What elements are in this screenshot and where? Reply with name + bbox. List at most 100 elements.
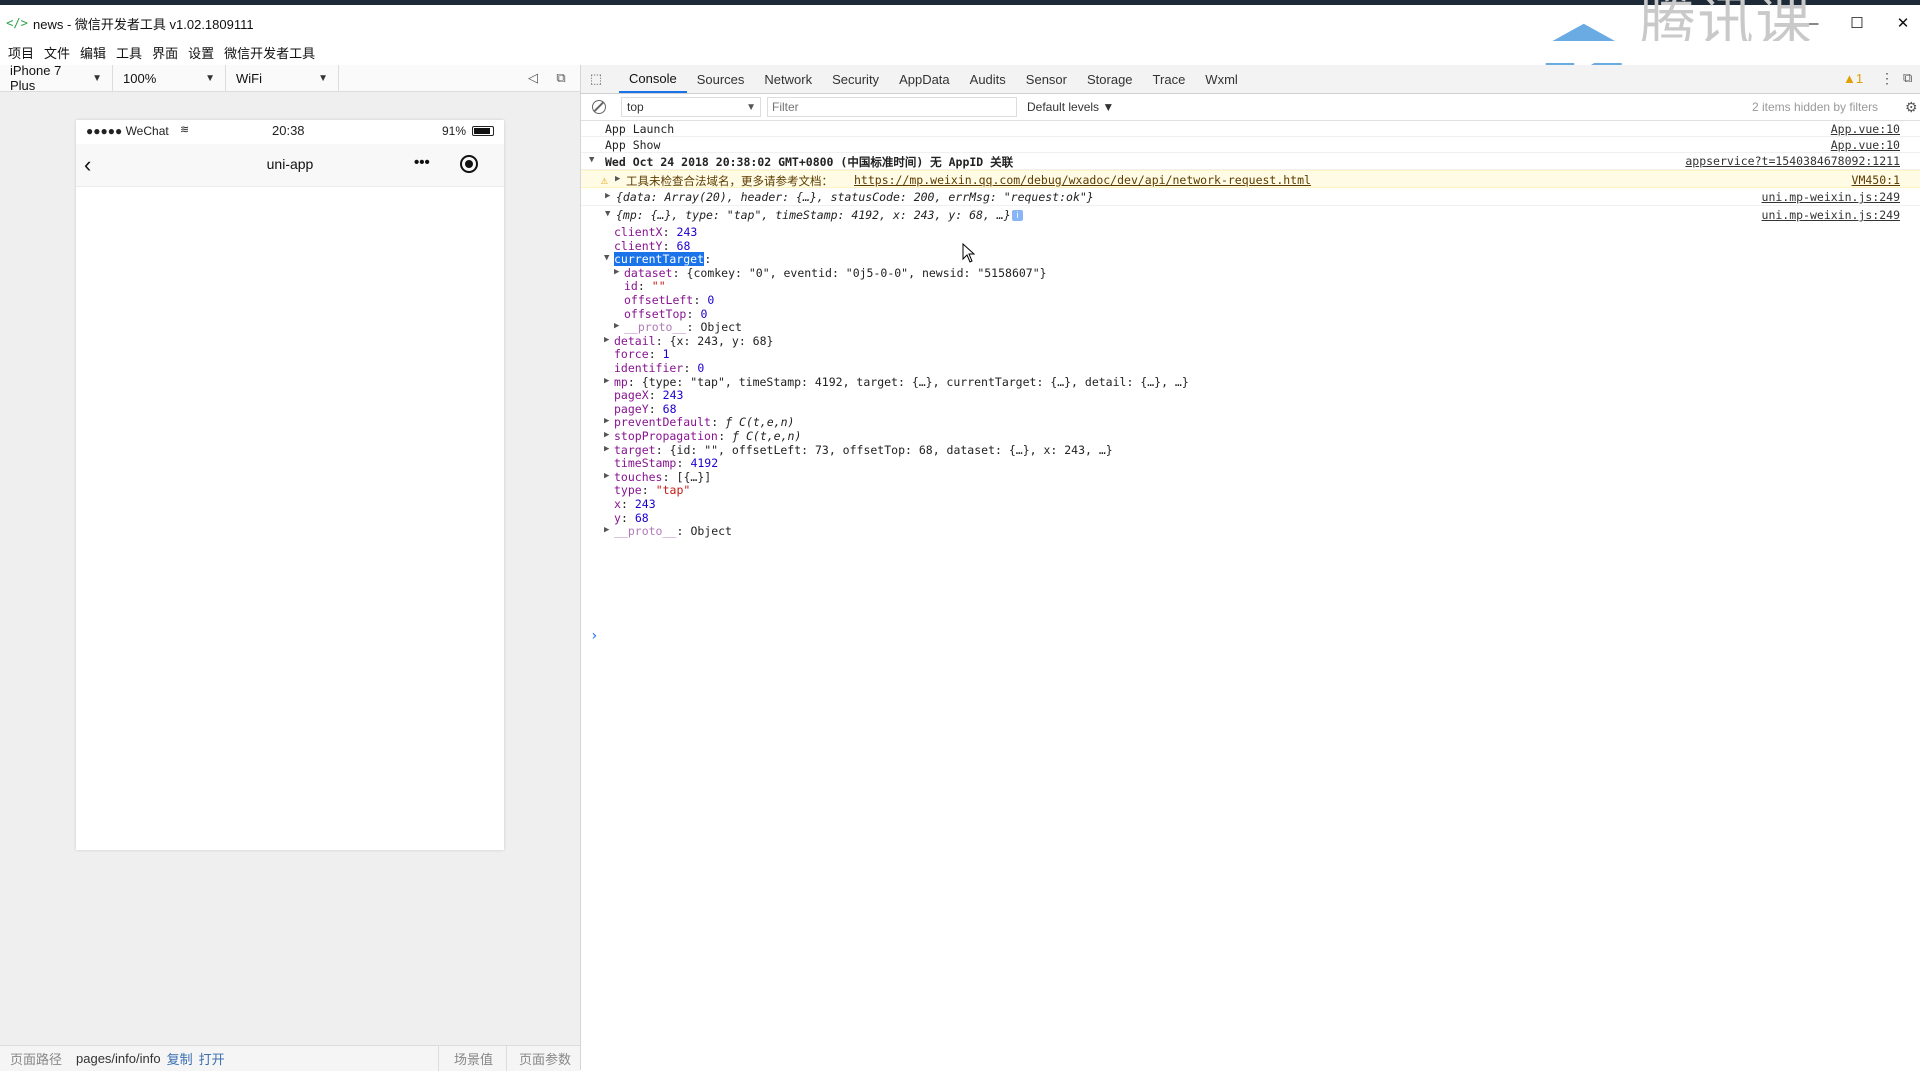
menu-item[interactable]: 项目: [8, 43, 34, 62]
more-options-icon[interactable]: ⋮: [1880, 70, 1894, 87]
property-value: 243: [662, 388, 684, 403]
tab-wxml[interactable]: Wxml: [1195, 65, 1248, 93]
console-group[interactable]: ▼ Wed Oct 24 2018 20:38:02 GMT+0800 (中国标…: [581, 153, 1920, 170]
expand-triangle-icon[interactable]: ▼: [589, 155, 594, 165]
property-key[interactable]: __proto__: [624, 320, 686, 334]
context-select[interactable]: top ▼: [621, 97, 761, 117]
scene-value-button[interactable]: 场景值: [454, 1049, 493, 1068]
property-key[interactable]: dataset: [624, 266, 672, 280]
property-key[interactable]: x: [614, 497, 621, 511]
property-key[interactable]: detail: [614, 334, 656, 348]
menu-item[interactable]: 界面: [152, 43, 178, 62]
tab-sensor[interactable]: Sensor: [1016, 65, 1077, 93]
property-value: ƒ C(t,e,n): [732, 429, 802, 443]
page-params-button[interactable]: 页面参数: [519, 1049, 571, 1068]
property-key[interactable]: stopPropagation: [614, 429, 718, 443]
expand-triangle-icon[interactable]: ▶: [604, 471, 609, 481]
property-key[interactable]: force: [614, 347, 649, 361]
menu-item[interactable]: 编辑: [80, 43, 106, 62]
expand-triangle-icon[interactable]: ▼: [604, 253, 609, 263]
console-object[interactable]: {data: Array(20), header: {…}, statusCod…: [616, 190, 1094, 204]
property-key[interactable]: clientY: [614, 239, 662, 253]
zoom-select[interactable]: 100% ▼: [113, 65, 226, 91]
expand-triangle-icon[interactable]: ▶: [615, 174, 620, 184]
property-value: 68: [634, 510, 649, 525]
property-key[interactable]: identifier: [614, 361, 683, 375]
tab-storage[interactable]: Storage: [1077, 65, 1143, 93]
expand-triangle-icon[interactable]: ▶: [605, 191, 610, 201]
source-link[interactable]: VM450:1: [1852, 173, 1900, 187]
expand-triangle-icon[interactable]: ▶: [604, 416, 609, 426]
property-key[interactable]: __proto__: [614, 524, 676, 538]
menu-item[interactable]: 微信开发者工具: [224, 43, 315, 62]
property-key[interactable]: y: [614, 511, 621, 525]
property-value: 68: [676, 238, 691, 253]
console-object[interactable]: {mp: {…}, type: "tap", timeStamp: 4192, …: [616, 208, 1011, 222]
tab-sources[interactable]: Sources: [687, 65, 755, 93]
property-key[interactable]: type: [614, 483, 642, 497]
source-link[interactable]: appservice?t=1540384678092:1211: [1685, 154, 1900, 168]
property-key[interactable]: offsetTop: [624, 307, 686, 321]
open-path-link[interactable]: 打开: [199, 1049, 225, 1068]
source-link[interactable]: App.vue:10: [1831, 138, 1900, 152]
expand-triangle-icon[interactable]: ▶: [604, 430, 609, 440]
property-key[interactable]: mp: [614, 375, 628, 389]
property-key[interactable]: clientX: [614, 225, 662, 239]
network-select[interactable]: WiFi ▼: [226, 65, 339, 91]
detach-window-icon[interactable]: ⧉: [553, 70, 569, 86]
copy-path-link[interactable]: 复制: [167, 1049, 193, 1068]
property-value: 0: [707, 293, 715, 307]
source-link[interactable]: App.vue:10: [1831, 122, 1900, 136]
tab-appdata[interactable]: AppData: [889, 65, 960, 93]
log-levels-select[interactable]: Default levels ▼: [1027, 100, 1114, 114]
capsule-close-icon[interactable]: [460, 155, 478, 173]
expand-triangle-icon[interactable]: ▶: [604, 444, 609, 454]
property-colon: :: [620, 510, 628, 525]
clear-console-icon[interactable]: [592, 100, 606, 114]
property-key[interactable]: currentTarget: [614, 252, 705, 267]
property-colon: :: [655, 333, 663, 348]
tab-trace[interactable]: Trace: [1143, 65, 1196, 93]
console-prompt[interactable]: ›: [590, 628, 598, 644]
menu-item[interactable]: 工具: [116, 43, 142, 62]
source-link[interactable]: uni.mp-weixin.js:249: [1762, 190, 1900, 204]
expand-triangle-icon[interactable]: ▶: [604, 335, 609, 345]
tab-network[interactable]: Network: [754, 65, 822, 93]
tab-audits[interactable]: Audits: [960, 65, 1016, 93]
menu-item[interactable]: 文件: [44, 43, 70, 62]
property-colon: :: [655, 442, 663, 457]
warning-doc-link[interactable]: https://mp.weixin.qq.com/debug/wxadoc/de…: [854, 173, 1311, 187]
property-key[interactable]: touches: [614, 470, 662, 484]
info-badge-icon[interactable]: i: [1012, 210, 1023, 221]
simulator-toolbar: iPhone 7 Plus ▼ 100% ▼ WiFi ▼ ◁ ⧉: [0, 63, 580, 93]
source-link[interactable]: uni.mp-weixin.js:249: [1762, 208, 1900, 222]
property-key[interactable]: preventDefault: [614, 415, 711, 429]
property-colon: :: [686, 306, 694, 321]
property-key[interactable]: offsetLeft: [624, 293, 693, 307]
property-key[interactable]: id: [624, 279, 638, 293]
dock-side-icon[interactable]: ⧉: [1903, 70, 1912, 86]
more-menu-icon[interactable]: •••: [414, 154, 430, 171]
warning-count-icon[interactable]: ▲1: [1843, 71, 1863, 86]
property-key[interactable]: timeStamp: [614, 456, 676, 470]
menu-item[interactable]: 设置: [188, 43, 214, 62]
tab-security[interactable]: Security: [822, 65, 889, 93]
property-key[interactable]: pageX: [614, 388, 649, 402]
expand-triangle-icon[interactable]: ▶: [614, 321, 619, 331]
close-button[interactable]: ✕: [1880, 5, 1920, 41]
property-key[interactable]: pageY: [614, 402, 649, 416]
inspect-element-icon[interactable]: ⬚: [581, 65, 611, 93]
settings-gear-icon[interactable]: ⚙: [1905, 99, 1918, 116]
property-value: {comkey: "0", eventid: "0j5-0-0", newsid…: [686, 265, 1047, 280]
property-value: {type: "tap", timeStamp: 4192, target: {…: [641, 374, 1189, 389]
expand-triangle-icon[interactable]: ▶: [604, 525, 609, 535]
expand-triangle-icon[interactable]: ▶: [604, 376, 609, 386]
console-filter-input[interactable]: [767, 97, 1017, 117]
expand-triangle-icon[interactable]: ▶: [614, 267, 619, 277]
tab-console[interactable]: Console: [619, 65, 687, 93]
expand-triangle-icon[interactable]: ▼: [605, 209, 610, 219]
phone-screen: ●●●●● WeChat ≋ 20:38 91% ‹ uni-app •••: [76, 120, 504, 850]
device-select[interactable]: iPhone 7 Plus ▼: [0, 63, 113, 93]
speaker-icon[interactable]: ◁: [525, 70, 541, 86]
property-key[interactable]: target: [614, 443, 656, 457]
